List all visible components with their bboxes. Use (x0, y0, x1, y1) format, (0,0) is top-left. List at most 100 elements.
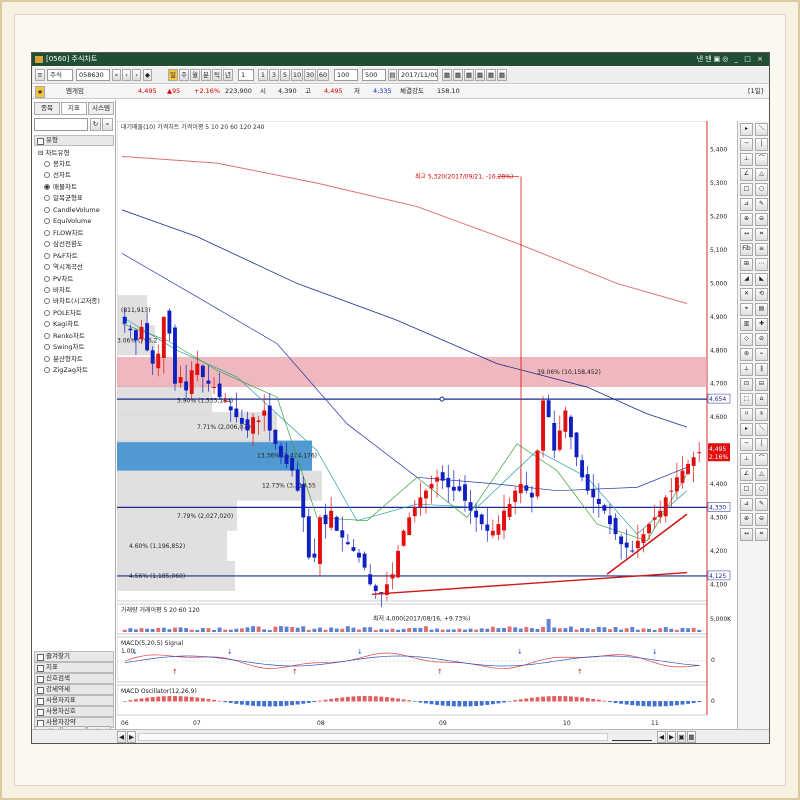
code-input[interactable]: 058630 (76, 69, 110, 81)
candle-body[interactable] (178, 377, 183, 384)
drawing-tool-icon[interactable]: ∥ (755, 363, 768, 376)
candle-body[interactable] (518, 484, 523, 494)
chart-type-item[interactable]: 일목균형표 (44, 193, 83, 203)
menu-icon[interactable]: ≡ (35, 69, 45, 81)
drawing-tool-icon[interactable]: □ (740, 183, 753, 196)
drawing-tool-icon[interactable]: ＼ (755, 123, 768, 136)
tool-a-icon[interactable]: ▦ (442, 69, 452, 81)
candle-body[interactable] (557, 430, 562, 450)
candle-body[interactable] (295, 469, 300, 491)
candle-body[interactable] (368, 574, 373, 585)
candle-body[interactable] (239, 417, 244, 424)
candle-body[interactable] (647, 524, 651, 534)
chart-type-item[interactable]: 봉차트 (44, 159, 71, 169)
candle-body[interactable] (658, 510, 663, 518)
candle-body[interactable] (284, 454, 289, 464)
period-tick-button[interactable]: 틱 (212, 69, 222, 81)
candle-body[interactable] (267, 405, 272, 431)
interval-input[interactable]: 1 (238, 69, 254, 81)
drawing-tool-icon[interactable]: ⊡ (740, 378, 753, 391)
section-header[interactable]: 사용자신호 (34, 706, 114, 717)
drawing-tool-icon[interactable]: ⊿ (740, 498, 753, 511)
section-header[interactable]: 신호검색 (34, 673, 114, 684)
candle-body[interactable] (206, 380, 211, 384)
candle-body[interactable] (184, 381, 189, 391)
tool-e-icon[interactable]: ▦ (486, 69, 496, 81)
drawing-tool-icon[interactable]: ⊿ (740, 198, 753, 211)
drawing-tool-icon[interactable]: ✎ (755, 198, 768, 211)
drawing-tool-icon[interactable]: ⊥ (740, 153, 753, 166)
candle-body[interactable] (451, 486, 456, 491)
grid-button[interactable]: ▦ (687, 731, 696, 743)
zoom-out-button[interactable]: ◀ (657, 731, 666, 743)
candle-body[interactable] (468, 502, 473, 511)
candle-body[interactable] (418, 497, 423, 507)
candle-body[interactable] (173, 327, 177, 384)
drawing-tool-icon[interactable]: ⊕ (740, 513, 753, 526)
candle-body[interactable] (446, 477, 451, 488)
drawing-tool-icon[interactable]: ○ (755, 183, 768, 196)
zoom-in-button[interactable]: ▶ (667, 731, 676, 743)
candle-body[interactable] (529, 492, 534, 498)
tab-system[interactable]: 시스템 (88, 102, 114, 115)
horizontal-scrollbar[interactable] (138, 733, 608, 741)
quick-10[interactable]: 10 (291, 69, 303, 81)
window-controls[interactable]: 낸덴▣◎ _ □ × (697, 53, 765, 66)
drawing-tool-icon[interactable]: ＼ (755, 423, 768, 436)
drawing-tool-icon[interactable]: ▤ (755, 303, 768, 316)
candle-body[interactable] (401, 530, 406, 546)
drawing-tool-icon[interactable]: ⊛ (740, 348, 753, 361)
candle-body[interactable] (423, 490, 428, 499)
candle-body[interactable] (686, 463, 691, 474)
reset-button[interactable]: ▣ (677, 731, 686, 743)
candle-body[interactable] (128, 328, 133, 331)
candle-body[interactable] (641, 534, 646, 544)
candle-body[interactable] (189, 370, 194, 394)
drawing-tool-icon[interactable]: ▥ (740, 318, 753, 331)
indicator-search-input[interactable] (34, 118, 88, 131)
drawing-tool-icon[interactable]: ⋯ (755, 258, 768, 271)
candle-body[interactable] (345, 542, 350, 545)
quick-30[interactable]: 30 (304, 69, 316, 81)
drawing-tool-icon[interactable]: □ (740, 483, 753, 496)
tab-stock[interactable]: 종목 (34, 102, 60, 115)
count-input[interactable]: 100 (334, 69, 358, 81)
quick-1[interactable]: 1 (258, 69, 268, 81)
candle-body[interactable] (502, 510, 506, 531)
candle-body[interactable] (568, 416, 573, 438)
candle-body[interactable] (429, 484, 434, 489)
period-month-button[interactable]: 월 (190, 69, 200, 81)
candle-body[interactable] (351, 547, 356, 551)
section-header[interactable]: 지표 (34, 662, 114, 673)
chart-type-item[interactable]: POLE차트 (44, 308, 82, 318)
candle-body[interactable] (591, 488, 596, 498)
candle-body[interactable] (217, 383, 222, 398)
candle-body[interactable] (412, 507, 417, 517)
candle-body[interactable] (223, 400, 228, 402)
drawing-tool-icon[interactable]: ─ (740, 138, 753, 151)
candle-body[interactable] (167, 310, 172, 334)
candle-body[interactable] (680, 470, 685, 483)
drawing-tool-icon[interactable]: ▸ (740, 423, 753, 436)
candle-body[interactable] (323, 514, 328, 525)
drawing-tool-icon[interactable]: ⊕ (740, 213, 753, 226)
mode-button[interactable]: ◆ (143, 69, 152, 81)
candle-body[interactable] (691, 457, 696, 466)
date-input[interactable]: 2017/11/09 (398, 69, 438, 81)
candle-body[interactable] (150, 350, 155, 364)
next-stock-button[interactable]: › (132, 69, 141, 81)
drawing-tool-icon[interactable]: ◇ (740, 333, 753, 346)
candle-body[interactable] (312, 553, 317, 558)
candle-body[interactable] (340, 530, 345, 538)
candle-body[interactable] (669, 490, 674, 492)
drawing-tool-icon[interactable]: ⌒ (755, 153, 768, 166)
chart-type-item[interactable]: Renko차트 (44, 331, 85, 341)
candle-body[interactable] (541, 400, 546, 451)
candle-body[interactable] (435, 477, 440, 482)
drawing-tool-icon[interactable]: ◢ (740, 273, 753, 286)
drawing-tool-icon[interactable]: ⬚ (740, 393, 753, 406)
candle-body[interactable] (273, 429, 278, 444)
candle-body[interactable] (479, 514, 484, 525)
candle-body[interactable] (624, 542, 629, 548)
candle-body[interactable] (133, 330, 138, 341)
